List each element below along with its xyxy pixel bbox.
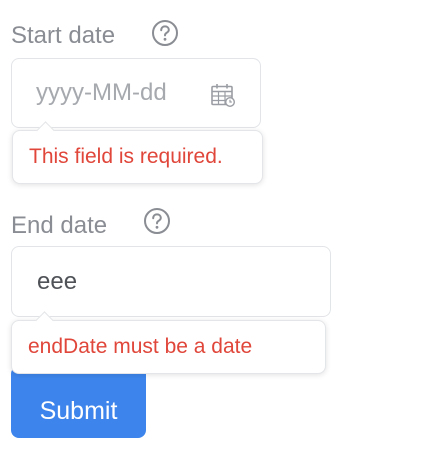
start-date-label-text: Start date (11, 22, 116, 49)
start-date-error-text: This field is required. (29, 145, 223, 168)
question-circle-icon[interactable] (151, 19, 179, 47)
question-circle-icon[interactable] (143, 207, 171, 235)
calendar-icon[interactable] (210, 82, 236, 108)
date-range-form: Start date yyyy-MM-dd This field is requ… (0, 0, 444, 468)
end-date-error-tooltip: endDate must be a date (11, 311, 326, 374)
end-date-value: eee (37, 267, 78, 295)
start-date-label: Start date (11, 21, 115, 51)
submit-button[interactable]: Submit (11, 366, 146, 438)
end-date-label-text: End date (11, 212, 108, 239)
start-date-error-tooltip: This field is required. (12, 121, 263, 184)
end-date-input[interactable]: eee (11, 246, 331, 317)
start-date-placeholder: yyyy-MM-dd (36, 79, 167, 106)
end-date-error-text: endDate must be a date (28, 335, 253, 358)
end-date-label: End date (11, 211, 107, 241)
start-date-input[interactable]: yyyy-MM-dd (11, 58, 261, 128)
